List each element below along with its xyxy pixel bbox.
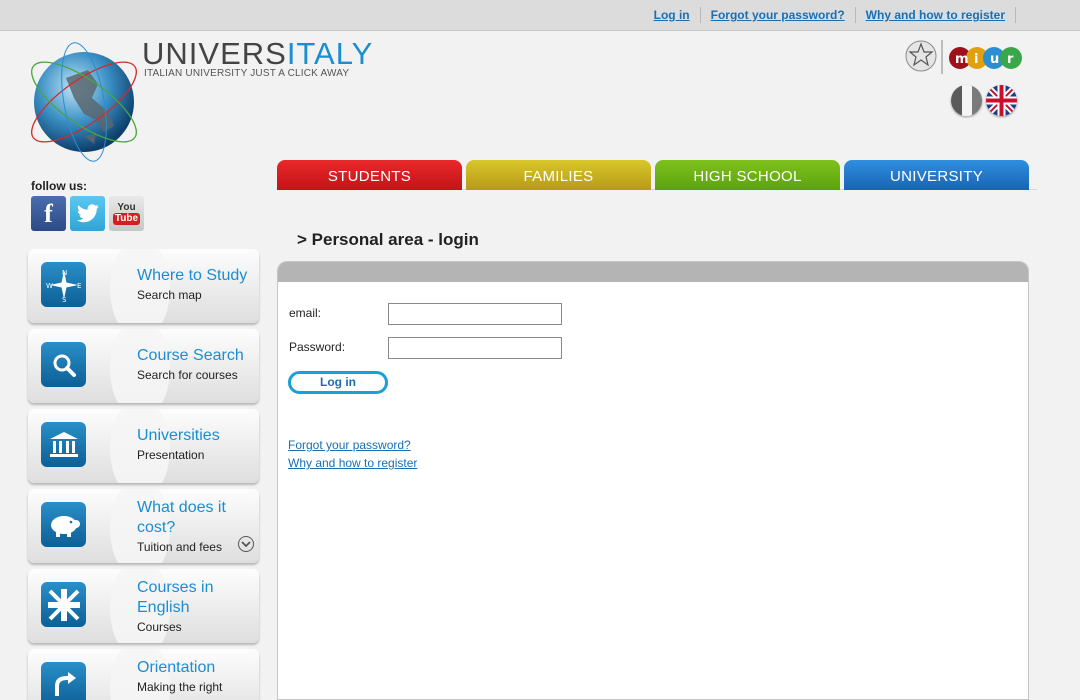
tab-high-school[interactable]: HIGH SCHOOL	[655, 160, 840, 190]
side-item-title: Universities	[137, 427, 220, 444]
svg-text:E: E	[77, 282, 81, 290]
social-links: f You Tube	[31, 196, 144, 231]
svg-text:N: N	[62, 269, 67, 277]
language-flags	[951, 85, 1017, 116]
login-panel: email: Password: Log in Forgot your pass…	[277, 261, 1029, 700]
password-field[interactable]	[388, 337, 562, 359]
top-links: Log in Forgot your password? Why and how…	[654, 7, 1016, 23]
side-item-courses-in-english[interactable]: Courses in English Courses	[27, 566, 260, 646]
audience-tabs: STUDENTS FAMILIES HIGH SCHOOL UNIVERSITY	[277, 160, 1037, 190]
chevron-down-icon[interactable]	[238, 536, 254, 552]
youtube-you-text: You	[117, 201, 136, 213]
forgot-password-link[interactable]: Forgot your password?	[288, 438, 411, 452]
svg-text:i: i	[974, 52, 978, 67]
piggy-bank-icon	[41, 502, 86, 547]
side-item-subtitle: Presentation	[137, 448, 205, 462]
english-flag-icon[interactable]	[986, 85, 1017, 116]
login-button[interactable]: Log in	[288, 371, 388, 394]
top-register-link[interactable]: Why and how to register	[856, 7, 1016, 23]
facebook-icon[interactable]: f	[31, 196, 66, 231]
side-item-orientation[interactable]: Orientation Making the right	[27, 646, 260, 700]
twitter-icon[interactable]	[70, 196, 105, 231]
side-item-title: What does it cost?	[137, 499, 226, 536]
italian-flag-icon[interactable]	[951, 85, 982, 116]
magnifier-icon	[41, 342, 86, 387]
brand-name-part1: UNIVERS	[142, 36, 287, 71]
side-item-course-search[interactable]: Course Search Search for courses	[27, 326, 260, 406]
side-menu: N S W E Where to Study Search map Course…	[27, 246, 262, 700]
compass-icon: N S W E	[41, 262, 86, 307]
follow-us-label: follow us:	[31, 179, 87, 193]
building-icon	[41, 422, 86, 467]
side-item-subtitle: Search for courses	[137, 368, 238, 382]
svg-text:m: m	[955, 52, 969, 67]
arrow-icon	[41, 662, 86, 700]
svg-text:S: S	[62, 296, 67, 303]
side-item-subtitle: Making the right	[137, 680, 223, 694]
email-field[interactable]	[388, 303, 562, 325]
miur-logo-icon[interactable]: m i u r	[904, 38, 1029, 78]
side-item-title: Course Search	[137, 347, 244, 364]
side-item-what-does-it-cost[interactable]: What does it cost? Tuition and fees	[27, 486, 260, 566]
youtube-tube-text: Tube	[112, 212, 141, 225]
panel-header-bar	[278, 262, 1028, 282]
tab-students[interactable]: STUDENTS	[277, 160, 462, 190]
tab-families[interactable]: FAMILIES	[466, 160, 651, 190]
tab-university[interactable]: UNIVERSITY	[844, 160, 1029, 190]
youtube-icon[interactable]: You Tube	[109, 196, 144, 231]
svg-text:W: W	[46, 282, 53, 290]
brand-tagline: ITALIAN UNIVERSITY JUST A CLICK AWAY	[144, 68, 350, 79]
side-item-where-to-study[interactable]: N S W E Where to Study Search map	[27, 246, 260, 326]
side-item-title: Courses in English	[137, 579, 214, 616]
side-item-subtitle: Search map	[137, 288, 202, 302]
union-jack-icon	[41, 582, 86, 627]
side-item-title: Where to Study	[137, 267, 248, 284]
top-forgot-password-link[interactable]: Forgot your password?	[701, 7, 856, 23]
page-title: > Personal area - login	[297, 230, 479, 249]
side-item-universities[interactable]: Universities Presentation	[27, 406, 260, 486]
password-label: Password:	[289, 340, 346, 354]
side-item-subtitle: Courses	[137, 620, 182, 634]
side-item-title: Orientation	[137, 659, 216, 676]
svg-text:u: u	[990, 52, 999, 67]
brand-name-part2: ITALY	[286, 36, 374, 71]
svg-text:r: r	[1007, 52, 1014, 67]
register-link[interactable]: Why and how to register	[288, 456, 417, 470]
side-item-subtitle: Tuition and fees	[137, 540, 222, 554]
top-login-link[interactable]: Log in	[654, 7, 701, 23]
email-label: email:	[289, 306, 322, 320]
top-bar: Log in Forgot your password? Why and how…	[0, 0, 1080, 31]
brand-name: UNIVERSITALY	[142, 36, 373, 72]
